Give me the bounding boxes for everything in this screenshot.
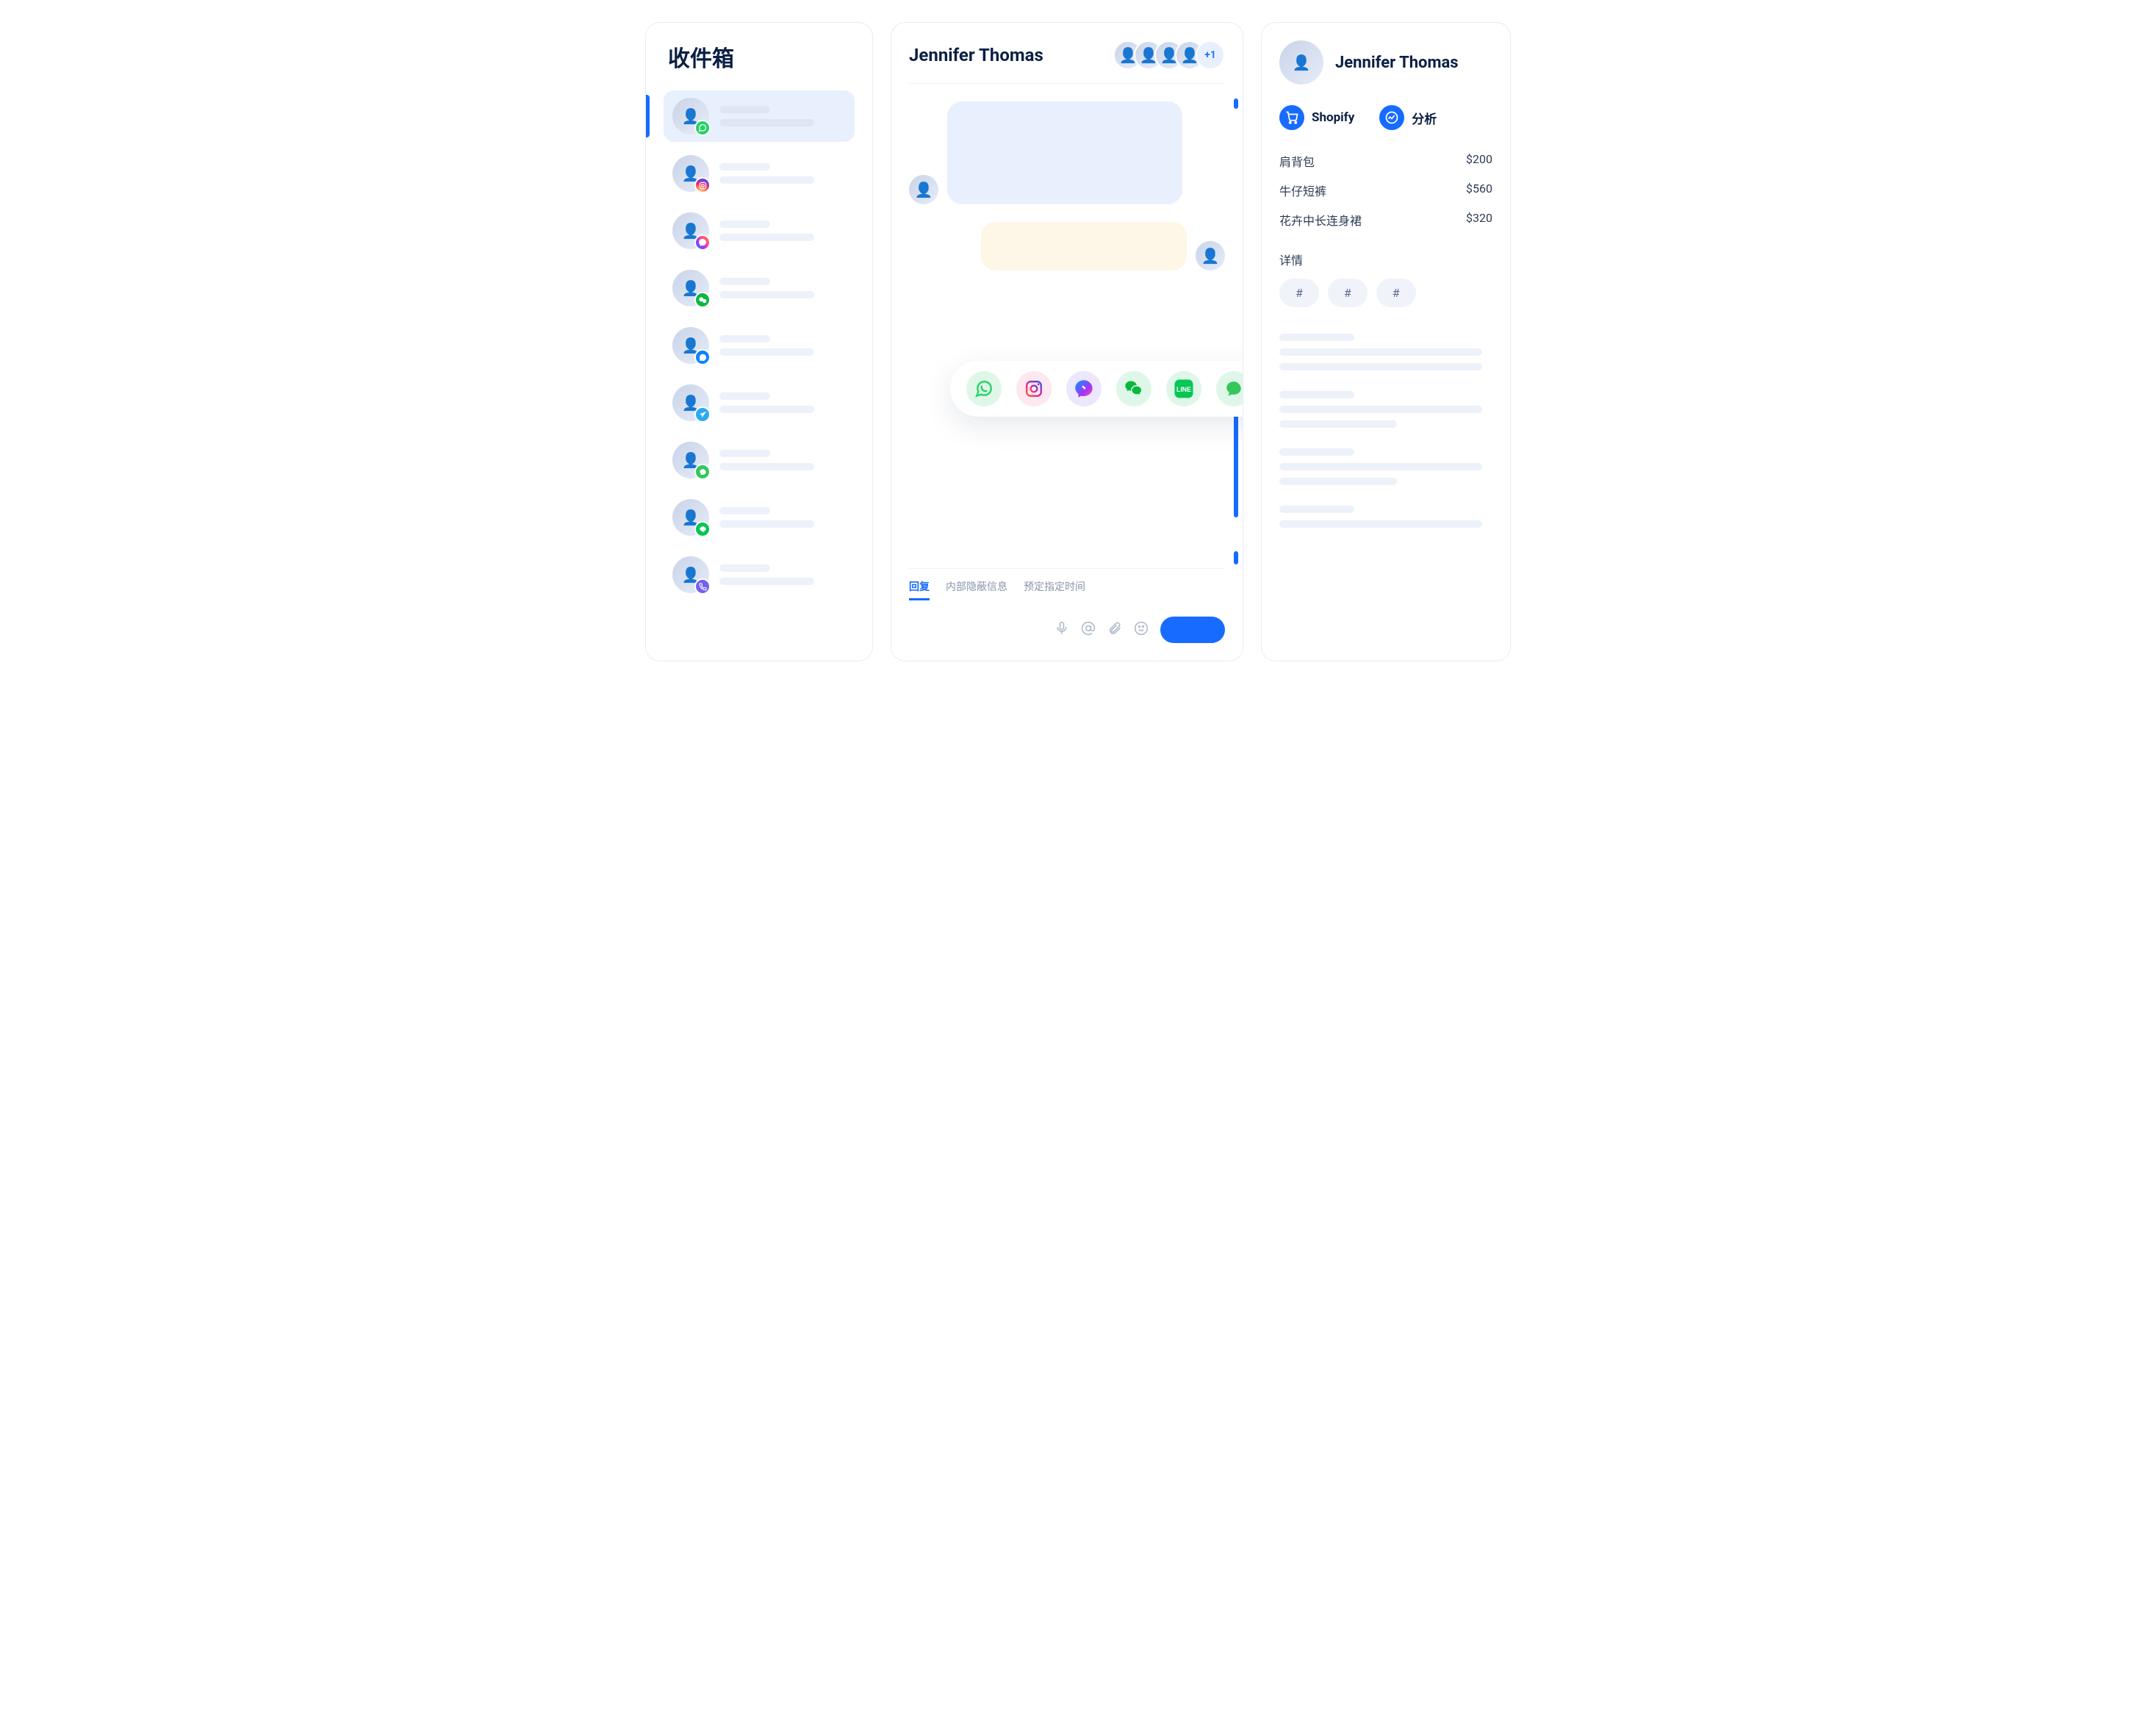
svg-text:LINE: LINE: [1176, 386, 1191, 393]
avatar: 👤: [672, 98, 709, 134]
message-bubble: [981, 222, 1187, 270]
avatar: 👤: [672, 155, 709, 192]
inbox-item[interactable]: 👤: [664, 549, 855, 600]
composer: 回复 内部隐蔽信息 预定指定时间: [909, 568, 1225, 643]
inbox-item[interactable]: 👤: [664, 434, 855, 486]
order-item: 牛仔短裤 $560: [1279, 182, 1492, 199]
composer-toolbar: [1054, 621, 1149, 639]
item-label: 肩背包: [1279, 152, 1315, 170]
avatar: 👤: [672, 556, 709, 593]
avatar: 👤: [672, 327, 709, 364]
details-header: 👤 Jennifer Thomas: [1279, 40, 1492, 85]
mic-icon[interactable]: [1054, 621, 1069, 639]
tag-chip[interactable]: #: [1279, 279, 1319, 307]
scrollbar-thumb[interactable]: [1234, 98, 1238, 109]
order-item: 花卉中长连身裙 $320: [1279, 211, 1492, 229]
inbox-item[interactable]: 👤: [664, 262, 855, 314]
inbox-item[interactable]: 👤: [664, 492, 855, 543]
pill-analytics[interactable]: 分析: [1379, 105, 1437, 130]
channel-selector: LINE: [950, 361, 1243, 417]
avatar: 👤: [1196, 241, 1225, 270]
wechat-icon: [694, 292, 711, 308]
line-icon: [694, 521, 711, 537]
item-label: 花卉中长连身裙: [1279, 211, 1362, 229]
viber-icon: [694, 578, 711, 595]
details-section-label: 详情: [1279, 251, 1492, 268]
contact-name: Jennifer Thomas: [1335, 54, 1459, 72]
tag-row: # # #: [1279, 279, 1492, 307]
tag-chip[interactable]: #: [1376, 279, 1416, 307]
message-in: 👤: [909, 101, 1225, 204]
inbox-item[interactable]: 👤: [664, 377, 855, 428]
conversation-panel: Jennifer Thomas 👤 👤 👤 👤 +1 👤 👤: [891, 22, 1243, 661]
item-price: $560: [1466, 182, 1492, 199]
channel-messenger[interactable]: [1066, 371, 1102, 406]
messenger-icon: [694, 234, 711, 251]
channel-line[interactable]: LINE: [1166, 371, 1201, 406]
imessage-icon: [694, 464, 711, 480]
cart-icon: [1279, 105, 1304, 130]
contact-name: Jennifer Thomas: [909, 45, 1043, 65]
analytics-icon: [1379, 105, 1404, 130]
inbox-panel: 收件箱 👤 👤 👤: [645, 22, 873, 661]
scrollbar-thumb[interactable]: [1234, 551, 1238, 564]
item-price: $200: [1466, 152, 1492, 170]
order-item: 肩背包 $200: [1279, 152, 1492, 170]
participants[interactable]: 👤 👤 👤 👤 +1: [1122, 40, 1225, 70]
inbox-item[interactable]: 👤: [664, 320, 855, 371]
avatar: 👤: [672, 384, 709, 421]
inbox-item[interactable]: 👤: [664, 148, 855, 199]
tab-reply[interactable]: 回复: [909, 579, 930, 600]
pill-label: 分析: [1412, 109, 1437, 127]
channel-whatsapp[interactable]: [966, 371, 1002, 406]
details-placeholder: [1279, 334, 1492, 528]
message-bubble: [947, 101, 1182, 204]
whatsapp-icon: [694, 120, 711, 136]
telegram-icon: [694, 406, 711, 423]
channel-wechat[interactable]: [1116, 371, 1151, 406]
tab-internal[interactable]: 内部隐蔽信息: [946, 579, 1007, 600]
avatar: 👤: [672, 212, 709, 249]
avatar: 👤: [672, 270, 709, 306]
scrollbar-thumb[interactable]: [1234, 400, 1238, 517]
tab-scheduled[interactable]: 预定指定时间: [1024, 579, 1085, 600]
send-button[interactable]: [1160, 617, 1225, 643]
chat-icon: [694, 349, 711, 365]
item-label: 牛仔短裤: [1279, 182, 1326, 199]
pill-label: Shopify: [1312, 110, 1354, 125]
inbox-item[interactable]: 👤: [664, 205, 855, 256]
message-out: 👤: [909, 222, 1225, 270]
channel-instagram[interactable]: [1016, 371, 1052, 406]
inbox-item[interactable]: 👤: [664, 90, 855, 142]
item-price: $320: [1466, 211, 1492, 229]
avatar: 👤: [909, 175, 938, 204]
avatar: 👤: [672, 499, 709, 536]
emoji-icon[interactable]: [1134, 621, 1149, 639]
conversation-header: Jennifer Thomas 👤 👤 👤 👤 +1: [909, 40, 1225, 84]
avatar: 👤: [1279, 40, 1323, 85]
attachment-icon[interactable]: [1107, 621, 1122, 639]
avatar: 👤: [672, 442, 709, 478]
pill-shopify[interactable]: Shopify: [1279, 105, 1354, 130]
details-panel: 👤 Jennifer Thomas Shopify 分析 肩背包 $200 牛仔…: [1261, 22, 1511, 661]
mention-icon[interactable]: [1081, 621, 1096, 639]
composer-tabs: 回复 内部隐蔽信息 预定指定时间: [909, 579, 1225, 600]
participant-overflow[interactable]: +1: [1196, 40, 1225, 70]
inbox-title: 收件箱: [664, 40, 855, 73]
conversation-body: 👤 👤: [909, 84, 1225, 568]
inbox-list: 👤 👤 👤: [664, 90, 855, 600]
channel-imessage[interactable]: [1216, 371, 1243, 406]
tag-chip[interactable]: #: [1328, 279, 1368, 307]
order-items: 肩背包 $200 牛仔短裤 $560 花卉中长连身裙 $320: [1279, 152, 1492, 229]
instagram-icon: [694, 177, 711, 193]
integration-pills: Shopify 分析: [1279, 105, 1492, 130]
